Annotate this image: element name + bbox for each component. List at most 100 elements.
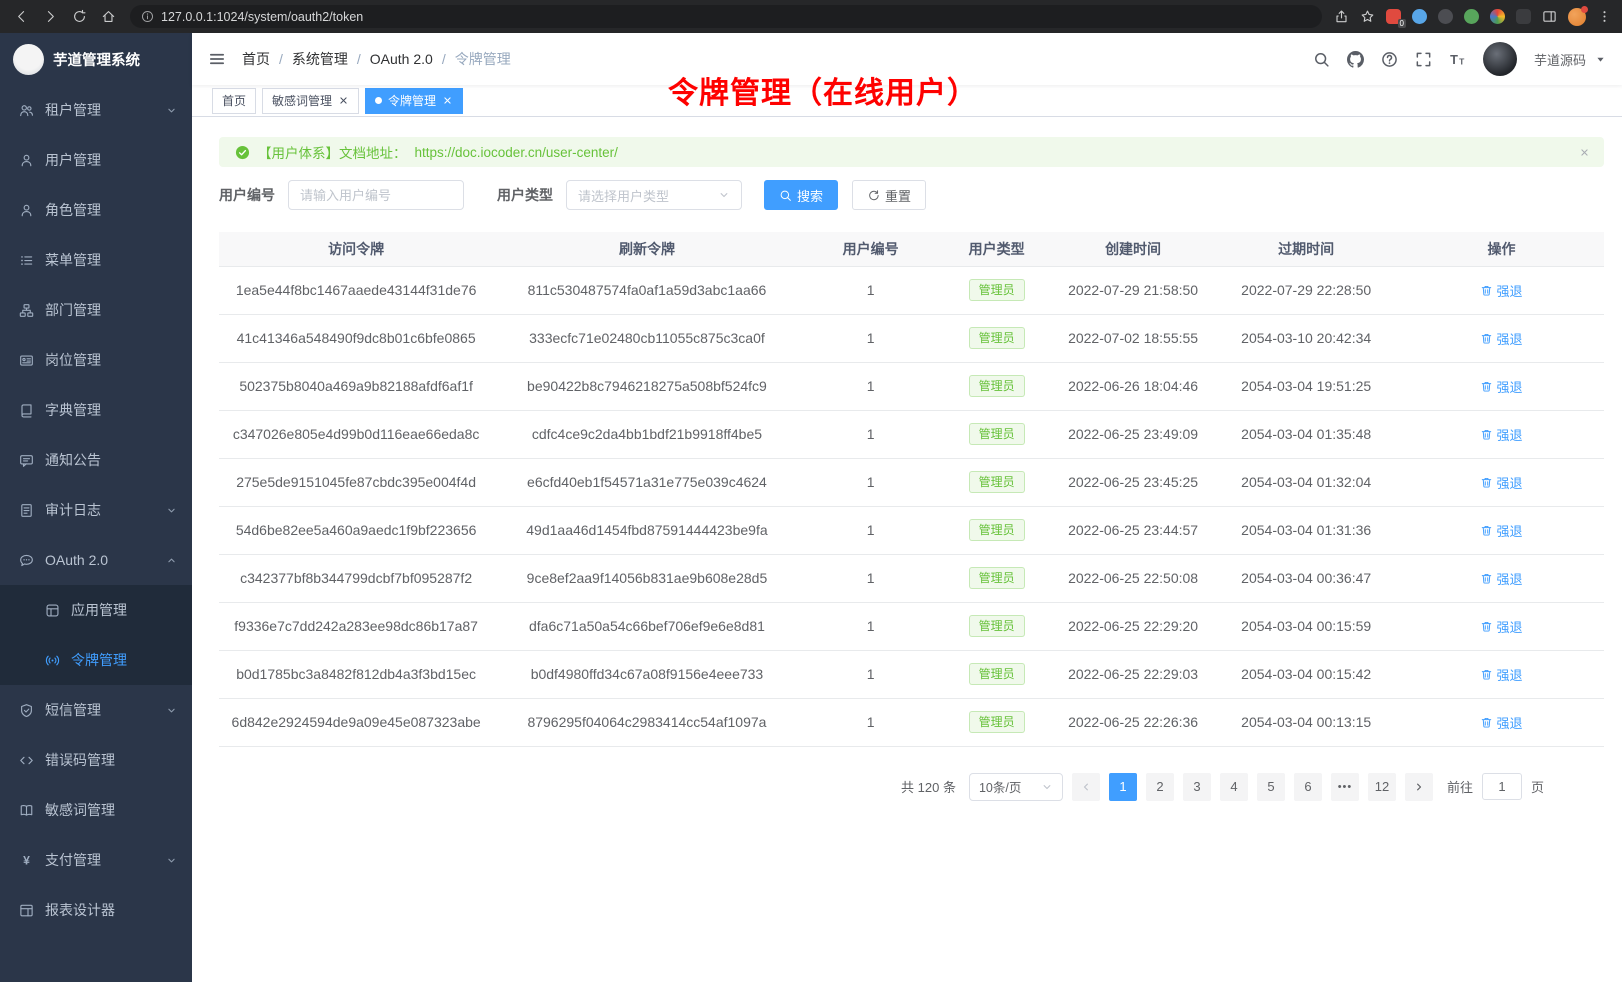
force-logout-button[interactable]: 强退: [1480, 665, 1522, 684]
close-icon[interactable]: [442, 95, 453, 106]
close-icon[interactable]: [338, 95, 349, 106]
sidebar-item-pay[interactable]: 支付管理: [0, 835, 192, 885]
page-button-3[interactable]: 3: [1183, 773, 1211, 801]
sidebar-item-menu[interactable]: 菜单管理: [0, 235, 192, 285]
next-page-button[interactable]: [1405, 773, 1433, 801]
refresh-token-cell: cdfc4ce9c2da4bb1bdf21b9918ff4be5: [493, 410, 800, 458]
sidebar-collapse-icon[interactable]: [208, 50, 226, 68]
goto-page-input[interactable]: [1482, 773, 1522, 800]
app-logo[interactable]: 芋道管理系统: [0, 33, 192, 85]
side-panel-icon[interactable]: [1542, 9, 1557, 24]
share-icon[interactable]: [1334, 9, 1349, 24]
reload-icon[interactable]: [72, 9, 87, 24]
token-page: 【用户体系】文档地址： https://doc.iocoder.cn/user-…: [192, 117, 1622, 982]
search-button[interactable]: 搜索: [764, 180, 838, 210]
expire-time-cell: 2022-07-29 22:28:50: [1213, 266, 1399, 314]
alert-close-icon[interactable]: [1579, 147, 1590, 158]
action-cell: 强退: [1399, 698, 1604, 746]
screen: 127.0.0.1:1024/system/oauth2/token 0 芋道管…: [0, 0, 1622, 982]
sidebar-item-user[interactable]: 用户管理: [0, 135, 192, 185]
access-token-cell: c347026e805e4d99b0d116eae66eda8c: [219, 410, 493, 458]
site-info-icon[interactable]: [141, 10, 154, 23]
user-type-select[interactable]: 请选择用户类型: [566, 180, 742, 210]
force-logout-button[interactable]: 强退: [1480, 473, 1522, 492]
breadcrumb-separator: /: [442, 51, 446, 67]
sidebar-item-oauth2[interactable]: OAuth 2.0: [0, 535, 192, 585]
expire-time-cell: 2054-03-04 00:15:42: [1213, 650, 1399, 698]
force-logout-button[interactable]: 强退: [1480, 713, 1522, 732]
page-button-6[interactable]: 6: [1294, 773, 1322, 801]
sidebar-item-sms[interactable]: 短信管理: [0, 685, 192, 735]
browser-menu-icon[interactable]: [1597, 9, 1612, 24]
force-logout-button[interactable]: 强退: [1480, 617, 1522, 636]
doc-link[interactable]: https://doc.iocoder.cn/user-center/: [415, 145, 618, 160]
tab-label: 首页: [222, 92, 246, 109]
page-button-5[interactable]: 5: [1257, 773, 1285, 801]
force-logout-button[interactable]: 强退: [1480, 281, 1522, 300]
extension-icon-dark[interactable]: [1438, 9, 1453, 24]
font-size-icon[interactable]: [1449, 51, 1466, 68]
sidebar-item-post[interactable]: 岗位管理: [0, 335, 192, 385]
breadcrumb-home[interactable]: 首页: [242, 49, 270, 69]
back-icon[interactable]: [14, 9, 29, 24]
forward-icon[interactable]: [43, 9, 58, 24]
action-cell: 强退: [1399, 362, 1604, 410]
force-logout-button[interactable]: 强退: [1480, 521, 1522, 540]
home-icon[interactable]: [101, 9, 116, 24]
page-button-2[interactable]: 2: [1146, 773, 1174, 801]
breadcrumb-oauth2[interactable]: OAuth 2.0: [370, 51, 433, 67]
sidebar-item-error-code[interactable]: 错误码管理: [0, 735, 192, 785]
fullscreen-icon[interactable]: [1415, 51, 1432, 68]
create-time-cell: 2022-06-25 22:29:03: [1053, 650, 1214, 698]
bookmark-star-icon[interactable]: [1360, 9, 1375, 24]
access-token-cell: f9336e7c7dd242a283ee98dc86b17a87: [219, 602, 493, 650]
user-id-cell: 1: [801, 458, 941, 506]
extension-icon-red[interactable]: 0: [1386, 9, 1401, 24]
expire-time-cell: 2054-03-04 01:32:04: [1213, 458, 1399, 506]
sidebar-item-report-designer[interactable]: 报表设计器: [0, 885, 192, 935]
page-button-1[interactable]: 1: [1109, 773, 1137, 801]
sidebar-item-oauth2-application[interactable]: 应用管理: [0, 585, 192, 635]
address-bar[interactable]: 127.0.0.1:1024/system/oauth2/token: [130, 5, 1322, 28]
caret-down-icon[interactable]: [1595, 54, 1606, 65]
page-button-12[interactable]: 12: [1368, 773, 1396, 801]
user-id-input[interactable]: [288, 180, 464, 210]
breadcrumb-system[interactable]: 系统管理: [292, 49, 348, 69]
extensions-puzzle-icon[interactable]: [1516, 9, 1531, 24]
code-icon: [19, 753, 34, 768]
sidebar-item-notice[interactable]: 通知公告: [0, 435, 192, 485]
extension-icon-colorful[interactable]: [1490, 9, 1505, 24]
browser-profile-avatar[interactable]: [1568, 8, 1586, 26]
sidebar-item-tenant[interactable]: 租户管理: [0, 85, 192, 135]
reset-button[interactable]: 重置: [852, 180, 926, 210]
extension-icon-blue[interactable]: [1412, 9, 1427, 24]
page-size-select[interactable]: 10条/页: [969, 773, 1063, 801]
sidebar-item-label: 审计日志: [45, 500, 101, 520]
force-logout-button[interactable]: 强退: [1480, 425, 1522, 444]
sidebar-item-role[interactable]: 角色管理: [0, 185, 192, 235]
more-pages-button[interactable]: •••: [1331, 773, 1359, 801]
tab-home[interactable]: 首页: [212, 88, 256, 114]
user-type-badge: 管理员: [969, 663, 1025, 685]
user-id-cell: 1: [801, 266, 941, 314]
sidebar-item-sensitive-word[interactable]: 敏感词管理: [0, 785, 192, 835]
username[interactable]: 芋道源码: [1534, 50, 1586, 69]
search-icon[interactable]: [1313, 51, 1330, 68]
force-logout-button[interactable]: 强退: [1480, 377, 1522, 396]
sidebar-item-oauth2-token[interactable]: 令牌管理: [0, 635, 192, 685]
tab-sensitive-word[interactable]: 敏感词管理: [262, 88, 359, 114]
help-icon[interactable]: [1381, 51, 1398, 68]
force-logout-button[interactable]: 强退: [1480, 329, 1522, 348]
sidebar-item-dept[interactable]: 部门管理: [0, 285, 192, 335]
tab-token[interactable]: 令牌管理: [365, 88, 463, 114]
user-type-badge: 管理员: [969, 327, 1025, 349]
sidebar-item-audit-log[interactable]: 审计日志: [0, 485, 192, 535]
user-avatar[interactable]: [1483, 42, 1517, 76]
prev-page-button[interactable]: [1072, 773, 1100, 801]
sidebar-item-dict[interactable]: 字典管理: [0, 385, 192, 435]
extension-icon-green[interactable]: [1464, 9, 1479, 24]
force-logout-button[interactable]: 强退: [1480, 569, 1522, 588]
page-button-4[interactable]: 4: [1220, 773, 1248, 801]
github-icon[interactable]: [1347, 51, 1364, 68]
chevron-down-icon: [718, 189, 730, 201]
